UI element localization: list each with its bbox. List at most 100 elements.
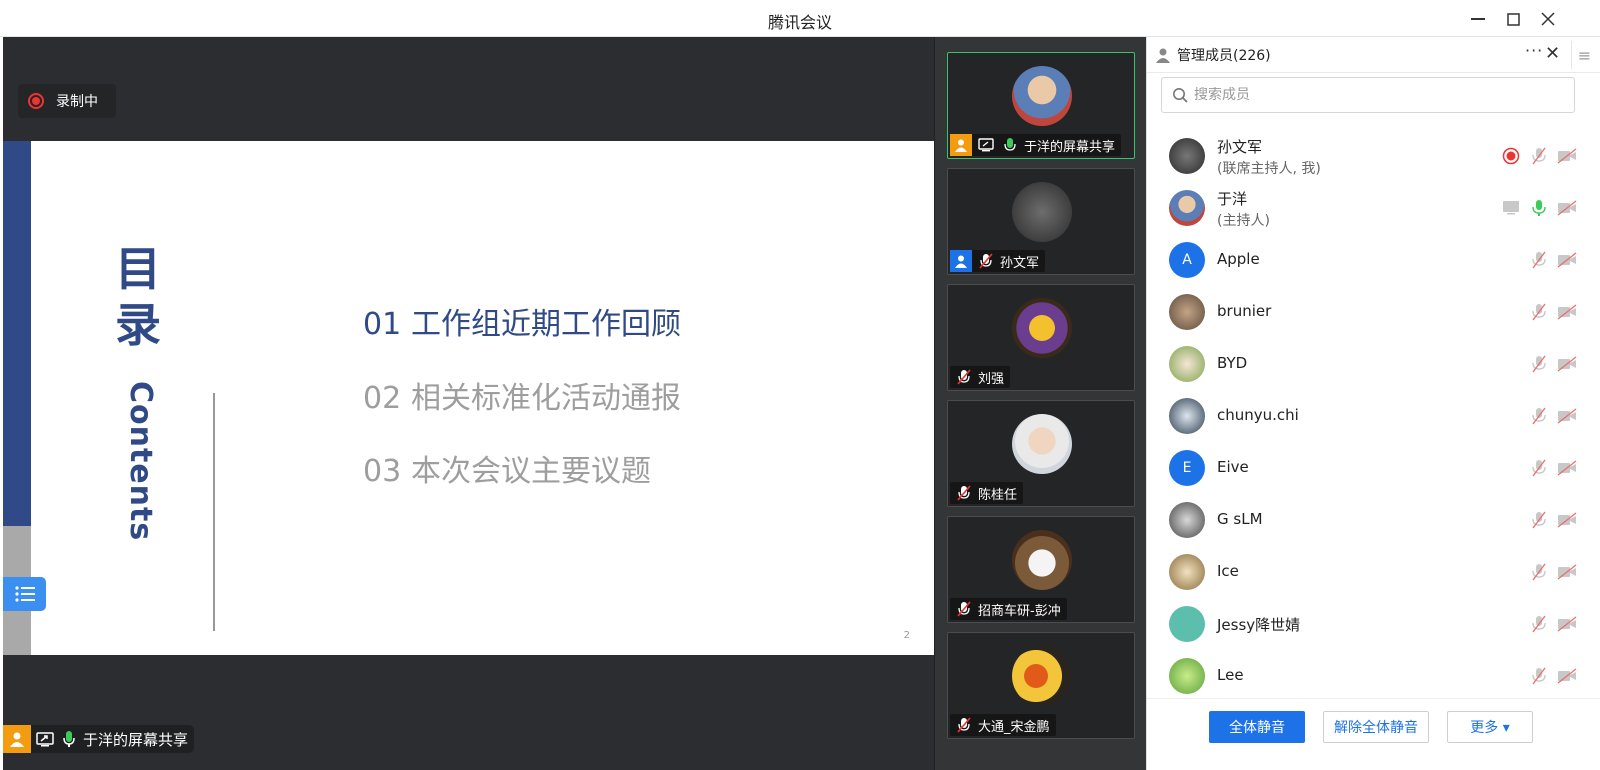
camera-off-icon[interactable] (1557, 510, 1577, 530)
member-row[interactable]: E Eive (1147, 442, 1587, 494)
avatar (1169, 398, 1205, 434)
camera-off-icon[interactable] (1557, 406, 1577, 426)
member-row[interactable]: 孙文军 (联席主持人, 我) (1147, 130, 1587, 182)
member-row[interactable]: Jessy降世婧 (1147, 598, 1587, 650)
maximize-icon[interactable] (1500, 6, 1526, 32)
members-panel: 管理成员(226) ··· ✕ ≡ 孙文军 (联席主持人, 我) 于洋 (主持人… (1146, 37, 1600, 770)
members-panel-header: 管理成员(226) ··· ✕ ≡ (1147, 37, 1600, 73)
mute-all-button[interactable]: 全体静音 (1209, 711, 1305, 743)
mic-muted-icon[interactable] (1529, 302, 1549, 322)
member-role: (主持人) (1217, 213, 1270, 229)
members-panel-footer: 全体静音 解除全体静音 更多 ▾ (1147, 698, 1600, 770)
avatar (1012, 414, 1072, 474)
slide-page-number: 2 (903, 630, 910, 641)
avatar (1012, 182, 1072, 242)
camera-off-icon[interactable] (1557, 458, 1577, 478)
video-tile[interactable]: 招商车研-彭冲 (947, 516, 1135, 623)
slide-divider (213, 393, 215, 631)
avatar: E (1169, 450, 1205, 486)
video-tile[interactable]: 孙文军 (947, 168, 1135, 275)
close-icon[interactable] (1535, 6, 1561, 32)
member-name: BYD (1217, 354, 1248, 372)
menu-icon[interactable]: ≡ (1571, 41, 1597, 69)
screen-share-icon (976, 135, 996, 155)
close-panel-icon[interactable]: ✕ (1545, 43, 1560, 64)
camera-off-icon[interactable] (1557, 250, 1577, 270)
member-name: G sLM (1217, 510, 1263, 528)
slide-heading-en: Contents (123, 381, 158, 542)
avatar (1012, 298, 1072, 358)
camera-off-icon[interactable] (1557, 146, 1577, 166)
member-row[interactable]: 于洋 (主持人) (1147, 182, 1587, 234)
title-bar: 腾讯会议 (0, 0, 1600, 37)
screen-share-icon (35, 729, 55, 749)
more-options-icon[interactable]: ··· (1525, 41, 1543, 60)
avatar (1169, 346, 1205, 382)
more-button[interactable]: 更多 ▾ (1447, 711, 1533, 743)
members-icon (1156, 48, 1170, 63)
avatar (1169, 554, 1205, 590)
mic-muted-icon[interactable] (1529, 250, 1549, 270)
member-name: Eive (1217, 458, 1249, 476)
avatar: A (1169, 242, 1205, 278)
mic-muted-icon (976, 251, 996, 271)
member-row[interactable]: BYD (1147, 338, 1587, 390)
member-name: chunyu.chi (1217, 406, 1299, 424)
mic-muted-icon[interactable] (1529, 614, 1549, 634)
avatar (1169, 294, 1205, 330)
member-row[interactable]: A Apple (1147, 234, 1587, 286)
mic-muted-icon[interactable] (1529, 562, 1549, 582)
member-name: brunier (1217, 302, 1272, 320)
mic-on-icon (59, 729, 79, 749)
video-tile[interactable]: 陈桂任 (947, 400, 1135, 507)
camera-off-icon[interactable] (1557, 614, 1577, 634)
mic-muted-icon[interactable] (1529, 458, 1549, 478)
video-tile-column: 于洋的屏幕共享 孙文军 刘强 陈桂任 招商车研-彭冲 大通_宋金鹏 (934, 37, 1146, 770)
mic-muted-icon[interactable] (1529, 354, 1549, 374)
toc-list-button[interactable] (3, 577, 46, 611)
user-icon (950, 250, 972, 272)
presentation-slide: 目录 Contents 01 工作组近期工作回顾 02 相关标准化活动通报 03 本次… (3, 141, 934, 655)
video-tile[interactable]: 于洋的屏幕共享 (947, 52, 1135, 159)
video-tile[interactable]: 刘强 (947, 284, 1135, 391)
member-row[interactable]: Ice (1147, 546, 1587, 598)
mic-muted-icon (954, 715, 974, 735)
camera-off-icon[interactable] (1557, 562, 1577, 582)
slide-agenda-item: 01 工作组近期工作回顾 (363, 307, 681, 342)
mic-muted-icon[interactable] (1529, 146, 1549, 166)
unmute-all-button[interactable]: 解除全体静音 (1323, 711, 1429, 743)
recording-badge[interactable]: 录制中 (18, 84, 116, 118)
member-name: 于洋 (1217, 190, 1248, 208)
avatar (1012, 66, 1072, 126)
member-row[interactable]: chunyu.chi (1147, 390, 1587, 442)
record-icon (28, 93, 44, 109)
screen-share-label: 于洋的屏幕共享 (3, 725, 195, 753)
member-name: Jessy降世婧 (1217, 616, 1301, 634)
mic-on-icon[interactable] (1529, 198, 1549, 218)
mic-muted-icon[interactable] (1529, 666, 1549, 686)
screen-share-icon (1501, 198, 1521, 218)
slide-agenda-item: 03 本次会议主要议题 (363, 454, 651, 489)
member-name: Lee (1217, 666, 1244, 684)
camera-off-icon[interactable] (1557, 198, 1577, 218)
camera-off-icon[interactable] (1557, 302, 1577, 322)
mic-muted-icon[interactable] (1529, 510, 1549, 530)
camera-off-icon[interactable] (1557, 354, 1577, 374)
member-row[interactable]: brunier (1147, 286, 1587, 338)
avatar (1169, 606, 1205, 642)
camera-off-icon[interactable] (1557, 666, 1577, 686)
member-row[interactable]: Lee (1147, 650, 1587, 702)
members-panel-title: 管理成员(226) (1177, 47, 1271, 64)
video-tile[interactable]: 大通_宋金鹏 (947, 632, 1135, 739)
user-icon (3, 725, 31, 753)
avatar (1012, 646, 1072, 706)
slide-heading: 目录 (115, 242, 161, 352)
recording-label: 录制中 (56, 94, 98, 110)
avatar (1169, 658, 1205, 694)
member-name: Apple (1217, 250, 1260, 268)
search-input[interactable] (1194, 87, 1554, 103)
mic-muted-icon[interactable] (1529, 406, 1549, 426)
member-row[interactable]: G sLM (1147, 494, 1587, 546)
minimize-icon[interactable] (1465, 6, 1491, 32)
recording-icon (1501, 146, 1521, 166)
